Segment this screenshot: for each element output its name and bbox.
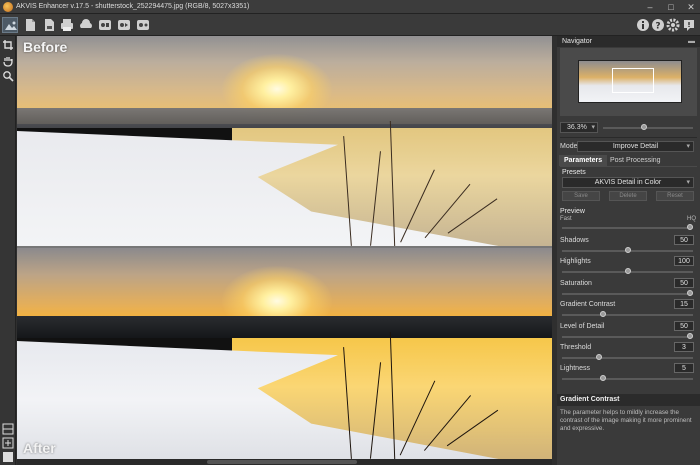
preview-slider[interactable] [562, 227, 693, 229]
presets-label: Presets [562, 169, 586, 176]
param-slider[interactable] [562, 357, 693, 359]
preview-fast-label: Fast [560, 216, 572, 222]
horizontal-scrollbar[interactable] [17, 459, 552, 465]
after-image: After [17, 248, 552, 459]
param-value-field[interactable]: 100 [674, 256, 694, 267]
app-logo-icon [3, 2, 13, 12]
param-slider[interactable] [562, 314, 693, 317]
zoom-icon[interactable] [2, 70, 14, 82]
crop-icon[interactable] [2, 39, 14, 51]
split-view-icon[interactable] [2, 423, 14, 435]
navigator-preview[interactable] [560, 48, 697, 116]
tab-parameters[interactable]: Parameters [559, 155, 608, 166]
settings-panel: Navigator ▬ 36.3% ▾ Mode: Improve Detail ▾… [557, 36, 700, 465]
print-icon[interactable] [59, 17, 75, 33]
settings-icon[interactable] [665, 17, 681, 33]
navigator-title: Navigator [562, 38, 592, 45]
hint-text: The parameter helps to mildly increase t… [560, 409, 692, 432]
zoom-select[interactable]: 36.3% ▾ [560, 122, 598, 133]
before-after-icon[interactable] [116, 17, 132, 33]
param-label: Gradient Contrast [560, 301, 616, 309]
navigator-viewport[interactable] [612, 68, 654, 93]
param-slider-knob[interactable] [687, 332, 693, 339]
chevron-down-icon: ▾ [591, 124, 595, 131]
param-slider[interactable] [562, 378, 693, 381]
open-icon[interactable] [22, 17, 38, 33]
close-button[interactable]: ✕ [684, 1, 698, 13]
zoom-value: 36.3% [567, 124, 587, 131]
param-value-field[interactable]: 50 [674, 277, 694, 288]
window-title: AKVIS Enhancer v.17.5 - shutterstock_252… [16, 3, 250, 10]
param-slider-knob[interactable] [595, 354, 602, 360]
reset-preset-button[interactable]: Reset [656, 191, 694, 201]
param-value-field[interactable]: 50 [674, 320, 694, 331]
preview-label: Preview [560, 208, 585, 215]
after-label: After [23, 440, 56, 456]
batch-icon[interactable] [97, 17, 113, 33]
preferences-icon[interactable] [135, 17, 151, 33]
chevron-down-icon: ▾ [686, 143, 690, 150]
param-value-field[interactable]: 5 [674, 363, 694, 374]
presets-select[interactable]: AKVIS Detail in Color ▾ [562, 177, 694, 188]
maximize-button[interactable]: □ [664, 1, 678, 13]
hand-icon[interactable] [2, 55, 14, 67]
hint-title: Gradient Contrast [557, 394, 700, 406]
title-bar: AKVIS Enhancer v.17.5 - shutterstock_252… [0, 0, 700, 14]
notification-icon[interactable] [681, 17, 697, 33]
param-label: Saturation [560, 279, 592, 287]
workspace-icon[interactable] [2, 17, 18, 33]
preview-hq-label: HQ [687, 216, 696, 222]
param-slider[interactable] [562, 335, 693, 338]
zoom-slider[interactable] [603, 127, 693, 129]
help-icon[interactable]: ? [650, 17, 666, 33]
navigator-header: Navigator ▬ [557, 36, 700, 47]
param-slider-knob[interactable] [599, 375, 606, 382]
param-label: Lightness [560, 365, 590, 373]
delete-preset-button[interactable]: Delete [609, 191, 647, 201]
presets-value: AKVIS Detail in Color [594, 179, 662, 186]
param-value-field[interactable]: 50 [674, 235, 694, 245]
param-slider-knob[interactable] [687, 289, 693, 296]
single-view-icon[interactable] [2, 451, 14, 463]
preview-slider-knob[interactable] [687, 224, 693, 230]
before-image: Before [17, 36, 552, 246]
info-icon[interactable] [635, 17, 651, 33]
param-value-field[interactable]: 3 [674, 342, 694, 352]
image-canvas[interactable]: Before After [17, 36, 552, 459]
main-toolbar: ? [0, 14, 700, 36]
mode-select[interactable]: Improve Detail ▾ [577, 141, 694, 152]
view-mode-icon[interactable] [2, 437, 14, 449]
zoom-slider-knob[interactable] [640, 124, 647, 130]
param-slider-knob[interactable] [599, 311, 606, 318]
param-value-field[interactable]: 15 [674, 299, 694, 310]
chevron-down-icon: ▾ [686, 179, 690, 186]
param-slider[interactable] [562, 292, 693, 295]
share-icon[interactable] [78, 17, 94, 33]
param-slider-knob[interactable] [624, 268, 631, 275]
tools-bar [0, 36, 16, 465]
scrollbar-thumb[interactable] [207, 460, 357, 464]
param-label: Level of Detail [560, 322, 605, 330]
tab-post-processing[interactable]: Post Processing [605, 155, 666, 166]
tab-bar: Parameters Post Processing [557, 155, 700, 166]
save-preset-button[interactable]: Save [562, 191, 600, 201]
param-label: Shadows [560, 237, 589, 244]
param-label: Threshold [560, 344, 592, 351]
before-label: Before [23, 39, 68, 55]
mode-value: Improve Detail [612, 143, 659, 150]
param-slider-knob[interactable] [624, 247, 631, 253]
minimize-button[interactable]: – [643, 1, 657, 13]
svg-text:?: ? [655, 22, 660, 32]
param-label: Highlights [560, 258, 591, 266]
save-icon[interactable] [41, 17, 57, 33]
collapse-icon[interactable]: ▬ [688, 36, 695, 47]
